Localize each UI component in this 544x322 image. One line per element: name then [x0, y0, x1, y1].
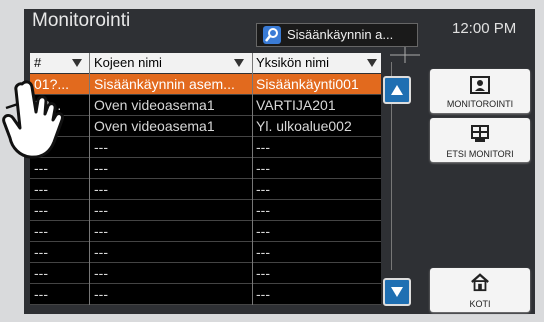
- table-row[interactable]: --- --- ---: [30, 263, 381, 284]
- search-monitor-icon: [471, 125, 489, 142]
- row-device-name: ---: [94, 181, 108, 197]
- sort-arrow-icon[interactable]: [367, 59, 377, 67]
- table-row[interactable]: ?2...Oven videoasema1VARTIJA201: [30, 95, 381, 116]
- clock: 12:00 PM: [452, 20, 517, 37]
- row-unit-name: ---: [256, 139, 270, 155]
- table-row[interactable]: --- --- ---: [30, 221, 381, 242]
- row-number: ---: [34, 223, 48, 239]
- column-header-number[interactable]: #: [34, 55, 41, 70]
- table-row[interactable]: --- --- ---: [30, 179, 381, 200]
- row-number: ---: [34, 160, 48, 176]
- column-header-device[interactable]: Kojeen nimi: [94, 55, 162, 70]
- row-device-name: Sisäänkäynnin asem...: [94, 76, 235, 92]
- row-unit-name: ---: [256, 160, 270, 176]
- table-row[interactable]: --- --- ---: [30, 200, 381, 221]
- row-number: ---: [34, 181, 48, 197]
- page-title: Monitorointi: [32, 10, 131, 31]
- home-icon: [471, 273, 489, 292]
- home-button-label: KOTI: [469, 299, 491, 309]
- row-unit-name: VARTIJA201: [256, 97, 336, 113]
- scroll-down-button[interactable]: [383, 278, 411, 306]
- search-box[interactable]: Sisäänkäynnin a...: [256, 23, 418, 47]
- search-icon[interactable]: [263, 26, 281, 44]
- row-unit-name: Sisäänkäynti001: [256, 76, 359, 92]
- person-monitor-icon: [470, 76, 490, 94]
- row-unit-name: ---: [256, 181, 270, 197]
- row-number: ---: [34, 202, 48, 218]
- scroll-up-button[interactable]: [383, 76, 411, 104]
- row-number: ---: [34, 286, 48, 302]
- sort-arrow-icon[interactable]: [72, 59, 82, 67]
- row-number: ---: [34, 265, 48, 281]
- hand-pointer-icon: [2, 80, 64, 159]
- table-header: # Kojeen nimi Yksikön nimi: [30, 53, 381, 73]
- row-device-name: Oven videoasema1: [94, 97, 215, 113]
- row-device-name: ---: [94, 160, 108, 176]
- row-device-name: Oven videoasema1: [94, 118, 215, 134]
- row-device-name: ---: [94, 139, 108, 155]
- table-row[interactable]: ---------: [30, 137, 381, 158]
- row-divider: [30, 304, 381, 305]
- screen: Monitorointi 12:00 PM Sisäänkäynnin a...…: [0, 0, 544, 322]
- row-device-name: ---: [94, 223, 108, 239]
- table-row[interactable]: --- --- ---: [30, 284, 381, 305]
- row-unit-name: Yl. ulkoalue002: [256, 118, 352, 134]
- sort-arrow-icon[interactable]: [234, 59, 244, 67]
- row-unit-name: ---: [256, 202, 270, 218]
- table-row[interactable]: 01?... Sisäänkäynnin asem... Sisäänkäynti0…: [30, 74, 381, 95]
- table-row[interactable]: 0...Oven videoasema1Yl. ulkoalue002: [30, 116, 381, 137]
- column-header-unit[interactable]: Yksikön nimi: [256, 55, 329, 70]
- row-unit-name: ---: [256, 286, 270, 302]
- monitor-button[interactable]: MONITOROINTI: [430, 69, 530, 113]
- row-unit-name: ---: [256, 265, 270, 281]
- monitor-button-label: MONITOROINTI: [446, 99, 514, 109]
- column-resize-handle[interactable]: [390, 47, 420, 63]
- row-unit-name: ---: [256, 244, 270, 260]
- search-monitor-button[interactable]: ETSI MONITORI: [430, 118, 530, 162]
- row-device-name: ---: [94, 244, 108, 260]
- home-button[interactable]: KOTI: [430, 268, 530, 312]
- row-unit-name: ---: [256, 223, 270, 239]
- row-number: ---: [34, 244, 48, 260]
- table-row[interactable]: --- --- ---: [30, 242, 381, 263]
- row-device-name: ---: [94, 286, 108, 302]
- column-divider: [89, 53, 90, 305]
- search-monitor-button-label: ETSI MONITORI: [446, 149, 514, 159]
- column-divider: [252, 53, 253, 305]
- row-device-name: ---: [94, 265, 108, 281]
- row-device-name: ---: [94, 202, 108, 218]
- table-row[interactable]: --- --- ---: [30, 158, 381, 179]
- search-text: Sisäänkäynnin a...: [287, 27, 394, 42]
